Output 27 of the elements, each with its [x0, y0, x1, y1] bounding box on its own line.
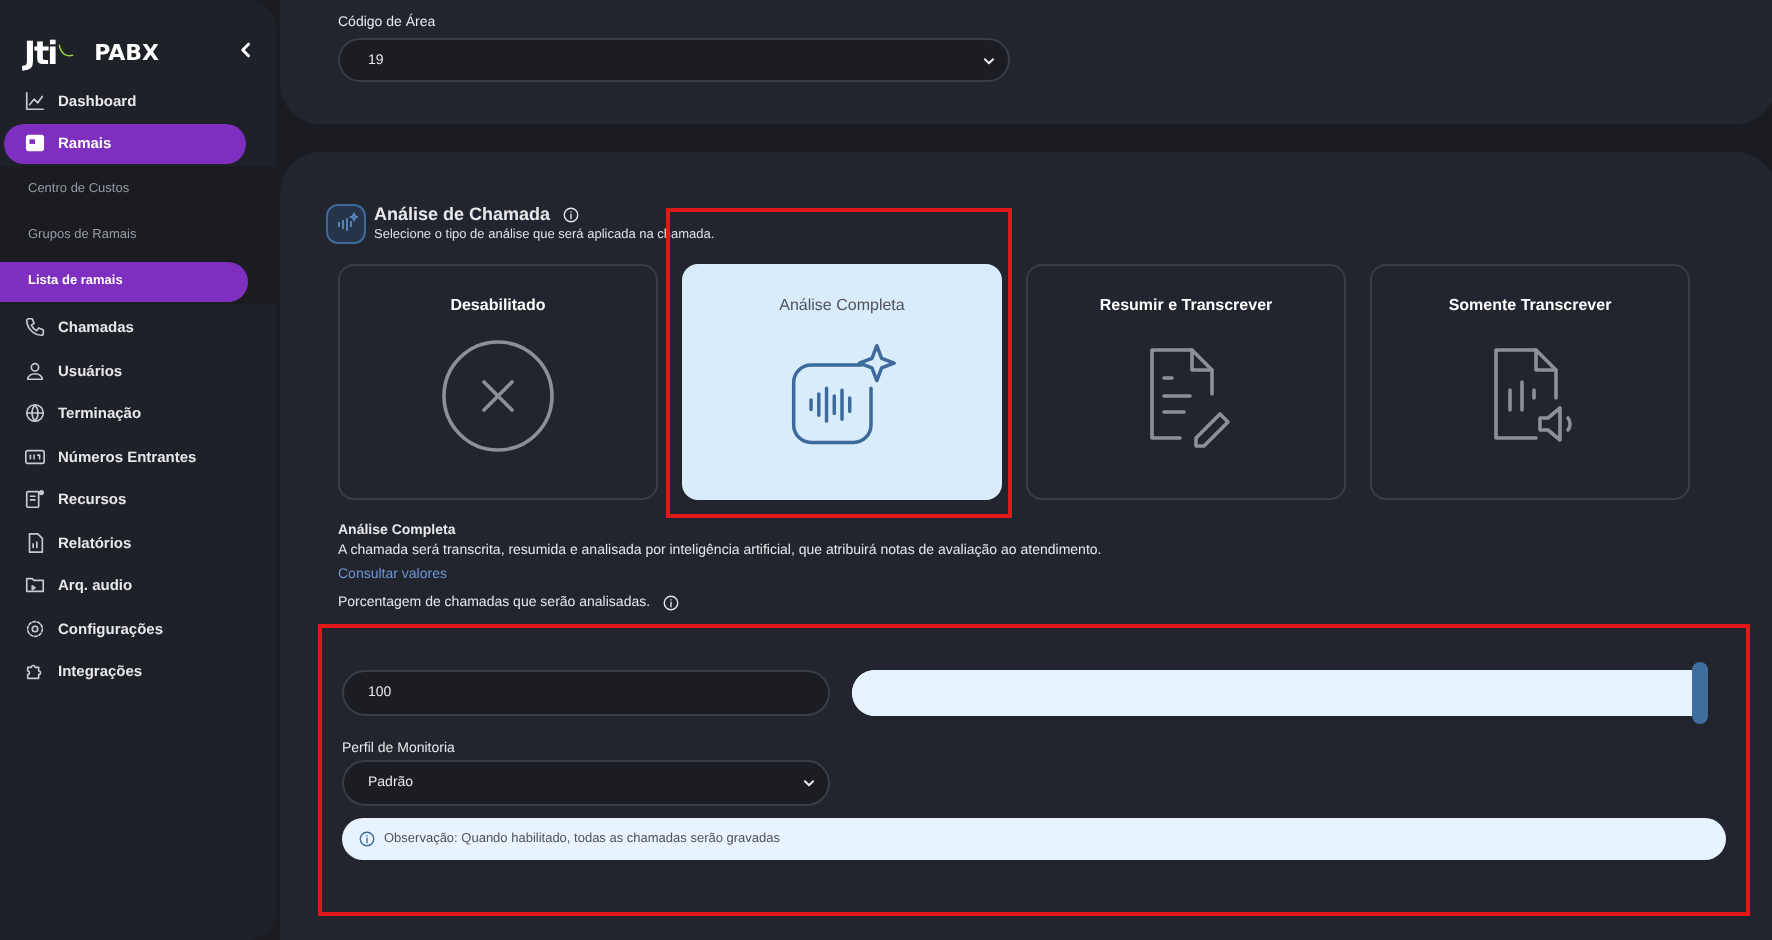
- circle-x-icon: [440, 338, 556, 454]
- brand-name: PABX: [94, 39, 160, 65]
- chevron-left-icon: [236, 40, 256, 60]
- analysis-option-card[interactable]: Somente Transcrever: [1370, 264, 1690, 500]
- chevron-down-icon: [802, 776, 816, 790]
- audio-sparkle-icon: [326, 204, 366, 244]
- person-icon: [24, 359, 46, 381]
- keypad-icon: [24, 445, 46, 467]
- globe-icon: [24, 402, 46, 424]
- folder-icon: [24, 574, 46, 596]
- chevron-down-icon: [982, 53, 996, 67]
- gear-icon: [24, 617, 46, 639]
- report-icon: [24, 531, 46, 553]
- section-title: Análise de Chamada: [374, 204, 551, 224]
- logo: Jti: [24, 33, 57, 71]
- resources-icon: [24, 488, 46, 510]
- analysis-option-card[interactable]: Desabilitado: [338, 264, 658, 500]
- card-icon: [24, 132, 46, 154]
- info-icon: [562, 205, 581, 223]
- analysis-option-card[interactable]: Resumir e Transcrever: [1026, 264, 1346, 500]
- info-icon: [358, 830, 376, 848]
- chart-icon: [24, 89, 46, 111]
- info-icon: [662, 594, 681, 612]
- analysis-option-card[interactable]: Análise Completa: [682, 264, 1002, 500]
- phone-icon: [24, 316, 46, 338]
- puzzle-icon: [24, 660, 46, 682]
- slider-thumb[interactable]: [1692, 662, 1708, 724]
